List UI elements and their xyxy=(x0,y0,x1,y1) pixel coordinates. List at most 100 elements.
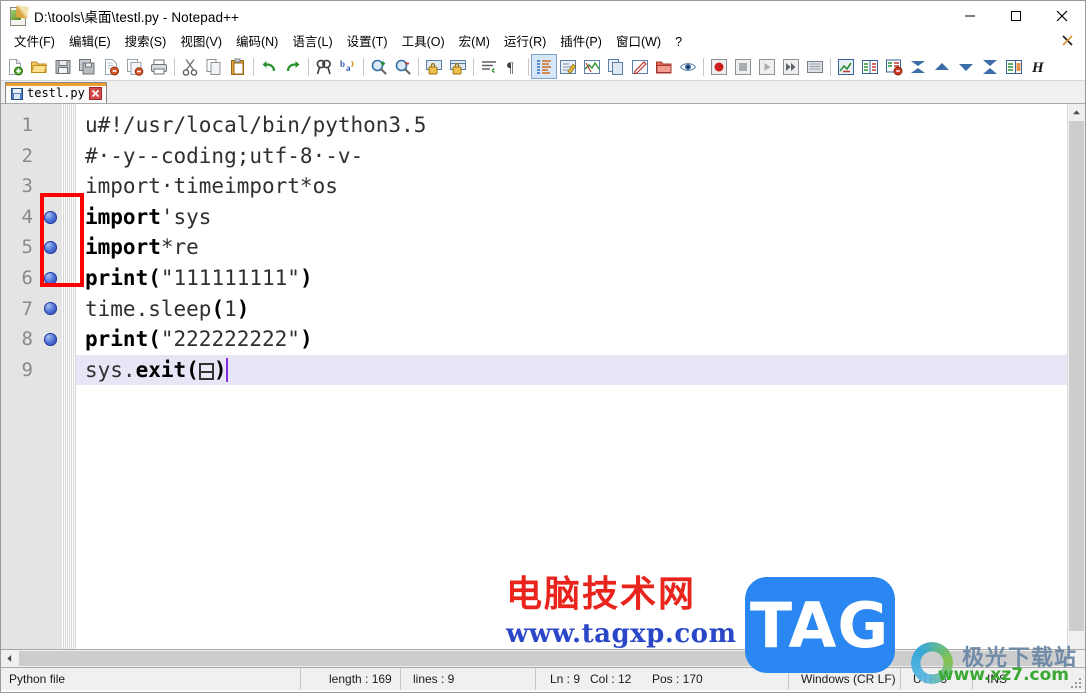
function-list-icon[interactable] xyxy=(604,55,628,78)
code-line[interactable]: import·timeimport*os xyxy=(76,171,1067,202)
code-token: ) xyxy=(299,327,313,352)
close-button[interactable] xyxy=(1039,1,1085,31)
bookmark-dot-icon[interactable] xyxy=(44,332,57,346)
bookmark-slot[interactable] xyxy=(39,171,62,202)
code-token: "222222222" xyxy=(160,327,300,352)
compare-icon[interactable] xyxy=(858,55,882,78)
folder-workspace-icon[interactable] xyxy=(652,55,676,78)
print-icon[interactable] xyxy=(147,55,171,78)
sync-vertical-scroll-icon[interactable] xyxy=(422,55,446,78)
close-file-icon[interactable] xyxy=(99,55,123,78)
fold-margin[interactable] xyxy=(62,104,76,649)
bookmark-slot[interactable] xyxy=(39,324,62,355)
menu-item-plugins[interactable]: 插件(P) xyxy=(553,32,609,52)
vertical-scrollbar[interactable] xyxy=(1067,104,1085,649)
code-line[interactable]: u#!/usr/local/bin/python3.5 xyxy=(76,110,1067,141)
missing-glyph-box-icon xyxy=(198,362,214,380)
code-token: import xyxy=(85,235,161,260)
menu-item-window[interactable]: 窗口(W) xyxy=(609,32,668,52)
bookmark-slot[interactable] xyxy=(39,141,62,172)
menu-item-macro[interactable]: 宏(M) xyxy=(452,32,497,52)
show-all-characters-icon[interactable]: ¶ xyxy=(501,55,525,78)
macro-play-icon[interactable] xyxy=(755,55,779,78)
menu-item-view[interactable]: 视图(V) xyxy=(173,32,229,52)
replace-icon[interactable]: ba xyxy=(336,55,360,78)
menu-item-encoding[interactable]: 编码(N) xyxy=(229,32,285,52)
code-token: 'sys xyxy=(160,204,212,229)
menu-item-tools[interactable]: 工具(O) xyxy=(395,32,452,52)
tab-close-icon[interactable] xyxy=(88,86,102,100)
code-line[interactable]: print("111111111") xyxy=(76,263,1067,294)
collapse-all-icon[interactable] xyxy=(906,55,930,78)
code-token: ( xyxy=(148,327,161,352)
bookmark-slot[interactable] xyxy=(39,110,62,141)
cut-icon[interactable] xyxy=(178,55,202,78)
bookmark-slot[interactable] xyxy=(39,355,62,386)
minimize-button[interactable] xyxy=(947,1,993,31)
expand-down-icon[interactable] xyxy=(954,55,978,78)
svg-text:b: b xyxy=(340,59,345,69)
bookmark-dot-icon[interactable] xyxy=(44,271,57,285)
code-line[interactable]: print("222222222") xyxy=(76,324,1067,355)
bookmark-dot-icon[interactable] xyxy=(44,241,57,255)
indent-guide-icon[interactable] xyxy=(531,54,557,79)
code-line[interactable]: import'sys xyxy=(76,202,1067,233)
bookmark-dot-icon[interactable] xyxy=(44,210,57,224)
word-wrap-icon[interactable] xyxy=(477,55,501,78)
watermark-tagxp: 电脑技术网 www.tagxp.com TAG xyxy=(506,573,895,673)
document-map-icon[interactable] xyxy=(580,55,604,78)
settings-compare-icon[interactable] xyxy=(1002,55,1026,78)
code-token: ) xyxy=(236,296,250,321)
zoom-in-icon[interactable] xyxy=(367,55,391,78)
bookmark-slot[interactable] xyxy=(39,263,62,294)
maximize-button[interactable] xyxy=(993,1,1039,31)
new-file-icon[interactable] xyxy=(3,55,27,78)
macro-stop-icon[interactable] xyxy=(731,55,755,78)
find-icon[interactable] xyxy=(312,55,336,78)
code-text-area[interactable]: u#!/usr/local/bin/python3.5 #·-y--coding;… xyxy=(76,104,1067,649)
code-line[interactable]: time.sleep(1) xyxy=(76,294,1067,325)
menu-item-run[interactable]: 运行(R) xyxy=(497,32,553,52)
bookmark-slot[interactable] xyxy=(39,232,62,263)
menu-item-help[interactable]: ? xyxy=(668,32,689,52)
redo-icon[interactable] xyxy=(281,55,305,78)
expand-all-icon[interactable] xyxy=(978,55,1002,78)
save-all-icon[interactable] xyxy=(75,55,99,78)
menu-item-language[interactable]: 语言(L) xyxy=(285,32,339,52)
bookmark-margin[interactable] xyxy=(39,104,62,649)
user-defined-language-icon[interactable] xyxy=(556,55,580,78)
close-document-icon[interactable] xyxy=(1061,34,1074,47)
compare-clear-icon[interactable] xyxy=(882,55,906,78)
scroll-up-arrow[interactable] xyxy=(1068,104,1085,121)
run-icon[interactable] xyxy=(834,55,858,78)
copy-icon[interactable] xyxy=(202,55,226,78)
tab-testl-py[interactable]: testl.py xyxy=(5,82,107,103)
notepad-plus-plus-window: D:\tools\桌面\testl.py - Notepad++ 文件(F) 编… xyxy=(0,0,1086,693)
edit-annotation-icon[interactable] xyxy=(628,55,652,78)
show-spy-icon[interactable] xyxy=(676,55,700,78)
zoom-out-icon[interactable] xyxy=(391,55,415,78)
macro-playback-multiple-icon[interactable] xyxy=(779,55,803,78)
bookmark-slot[interactable] xyxy=(39,202,62,233)
undo-icon[interactable] xyxy=(257,55,281,78)
collapse-up-icon[interactable] xyxy=(930,55,954,78)
paste-icon[interactable] xyxy=(226,55,250,78)
code-line[interactable]: sys.exit() xyxy=(76,354,1067,386)
code-line[interactable]: import*re xyxy=(76,232,1067,263)
menu-item-edit[interactable]: 编辑(E) xyxy=(62,32,118,52)
code-line[interactable]: #·-y--coding;utf-8·-v- xyxy=(76,141,1067,172)
menu-item-file[interactable]: 文件(F) xyxy=(7,32,62,52)
macro-record-icon[interactable] xyxy=(707,55,731,78)
macro-save-icon[interactable] xyxy=(803,55,827,78)
close-all-icon[interactable] xyxy=(123,55,147,78)
save-icon[interactable] xyxy=(51,55,75,78)
scroll-left-arrow[interactable] xyxy=(1,650,18,667)
sync-horizontal-scroll-icon[interactable] xyxy=(446,55,470,78)
bookmark-slot[interactable] xyxy=(39,294,62,325)
menu-item-search[interactable]: 搜索(S) xyxy=(118,32,174,52)
hex-editor-icon[interactable]: H xyxy=(1026,55,1050,78)
bookmark-dot-icon[interactable] xyxy=(44,302,57,316)
menu-item-settings[interactable]: 设置(T) xyxy=(340,32,395,52)
open-file-icon[interactable] xyxy=(27,55,51,78)
vertical-scroll-thumb[interactable] xyxy=(1069,121,1084,631)
